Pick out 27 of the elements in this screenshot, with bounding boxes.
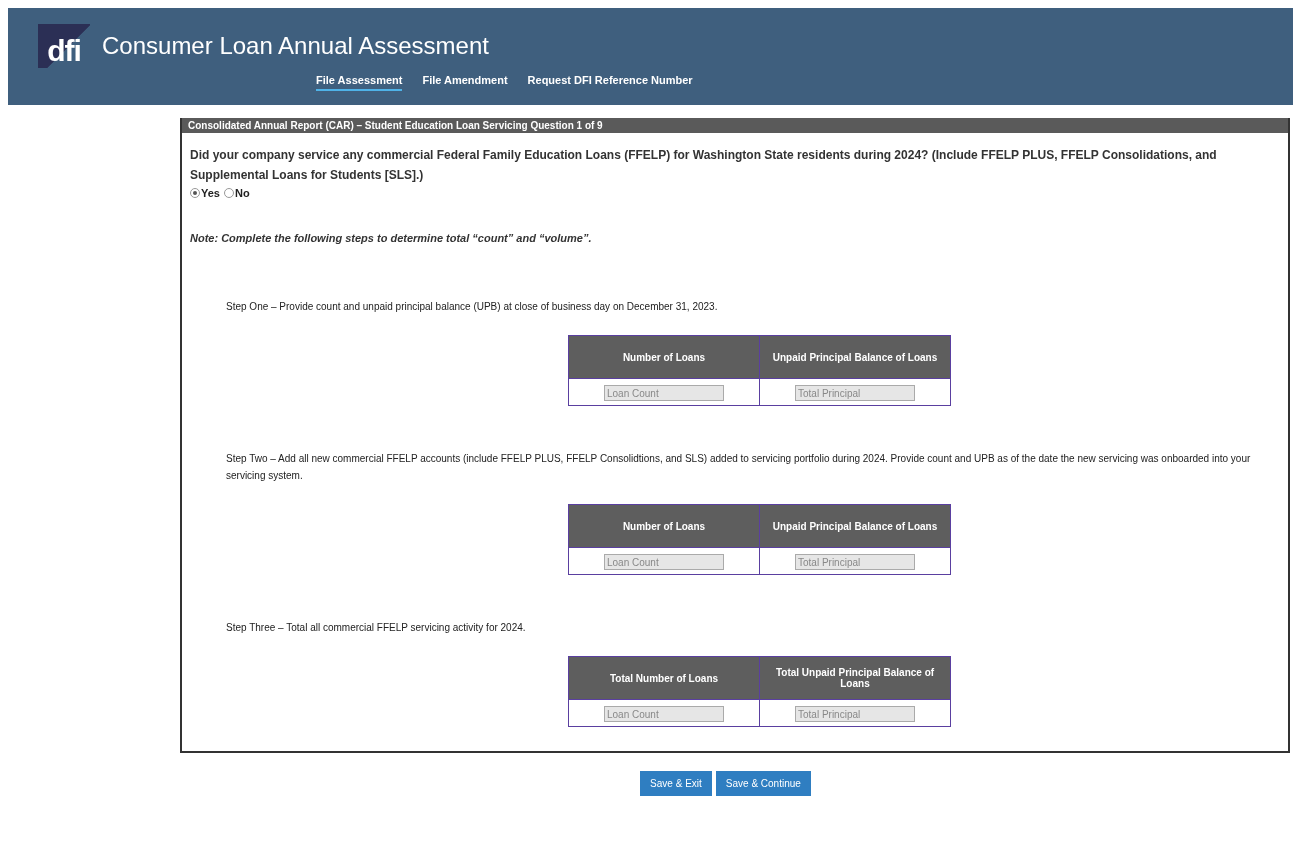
input-field[interactable]: Loan Count <box>604 554 724 571</box>
panel-legend: Consolidated Annual Report (CAR) – Student Education Loan Servicing Question 1 of 9 <box>182 118 1288 133</box>
column-header: Number of Loans <box>568 504 760 548</box>
question-text: Did your company service any commercial Federal Family Education Loans (FFELP) for Washington State residents during 2024? (Include FFELP PLUS, FFELP Consolidations, and Supplemental Loans for Students [SLS].) <box>190 147 1218 184</box>
column-header: Unpaid Principal Balance of Loans <box>759 504 951 548</box>
input-field[interactable]: Total Principal <box>795 554 915 571</box>
column-header: Total Number of Loans <box>568 656 760 700</box>
input-field[interactable]: Total Principal <box>795 706 915 723</box>
logo: dfi <box>38 24 90 68</box>
nav-link[interactable]: File Amendment <box>422 74 508 91</box>
input-field[interactable]: Loan Count <box>604 706 724 723</box>
save-button[interactable]: Save & Exit <box>640 771 712 796</box>
input-field[interactable]: Total Principal <box>795 385 915 402</box>
radio-label: No <box>234 187 250 199</box>
input-field[interactable]: Loan Count <box>604 385 724 402</box>
column-header: Number of Loans <box>568 335 760 379</box>
step-text: Step One – Provide count and unpaid principal balance (UPB) at close of business day on December 31, 2023. <box>226 300 719 314</box>
column-header: Total Unpaid Principal Balance of Loans <box>759 656 951 700</box>
nav-link[interactable]: Request DFI Reference Number <box>527 74 693 91</box>
radio-label: Yes <box>201 187 220 199</box>
column-header: Unpaid Principal Balance of Loans <box>759 335 951 379</box>
step-text: Step Two – Add all new commercial FFELP accounts (include FFELP PLUS, FFELP Consolidtions, and SLS) added to servicing portfolio during 2024. Provide count and UPB as of the date the new servicing was onboarded into your servicing system. <box>226 452 1252 483</box>
app-title: Consumer Loan Annual Assessment <box>102 32 489 60</box>
save-button[interactable]: Save & Continue <box>715 771 811 796</box>
step-text: Step Three – Total all commercial FFELP servicing activity for 2024. <box>226 621 527 635</box>
note-text: Note: Complete the following steps to determine total “count” and “volume”. <box>190 232 593 244</box>
nav-link[interactable]: File Assessment <box>316 74 403 91</box>
